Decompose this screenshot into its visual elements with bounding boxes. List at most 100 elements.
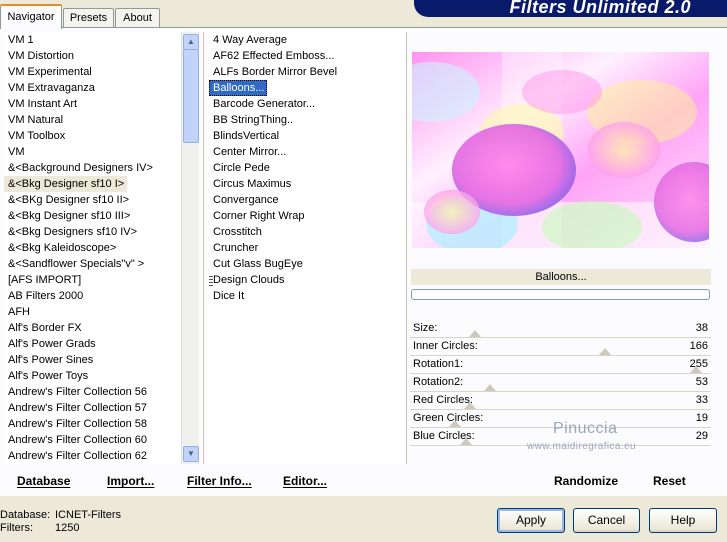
- randomize-button[interactable]: Randomize: [554, 474, 618, 488]
- app-title: Filters Unlimited 2.0: [509, 0, 691, 17]
- slider-thumb-icon[interactable]: [463, 402, 476, 409]
- category-item[interactable]: VM Natural: [4, 112, 181, 128]
- category-item[interactable]: Andrew's Filter Collection 58: [4, 416, 181, 432]
- filter-item[interactable]: BB StringThing..: [209, 112, 404, 128]
- parameter-name: Rotation2:: [413, 376, 464, 388]
- reset-button[interactable]: Reset: [653, 474, 686, 488]
- category-item[interactable]: &<Bkg Designer sf10 III>: [4, 208, 181, 224]
- category-item[interactable]: VM Distortion: [4, 48, 181, 64]
- preview-image: [412, 52, 709, 248]
- category-item[interactable]: Andrew's Filter Collection 62: [4, 448, 181, 464]
- filter-list[interactable]: 4 Way Average AF62 Effected Emboss... ALFs…: [209, 32, 404, 464]
- list-divider: [203, 32, 204, 464]
- filter-item[interactable]: Circle Pede: [209, 160, 404, 176]
- category-item[interactable]: &<Bkg Kaleidoscope>: [4, 240, 181, 256]
- help-button[interactable]: Help: [649, 508, 717, 533]
- category-item[interactable]: &<Bkg Designer sf10 I>: [4, 176, 128, 192]
- category-item[interactable]: VM 1: [4, 32, 181, 48]
- filter-item[interactable]: Corner Right Wrap: [209, 208, 404, 224]
- category-item[interactable]: VM Instant Art: [4, 96, 181, 112]
- slider-thumb-icon[interactable]: [690, 366, 702, 373]
- parameter-value: 166: [689, 340, 708, 352]
- category-item[interactable]: &<Bkg Designers sf10 IV>: [4, 224, 181, 240]
- filters-count: 1250: [55, 522, 80, 534]
- parameter-slider[interactable]: Rotation2: 53: [410, 374, 711, 392]
- filters-label: Filters:: [0, 522, 33, 534]
- watermark-name: Pinuccia: [553, 420, 618, 437]
- category-item[interactable]: &<BKg Designer sf10 II>: [4, 192, 181, 208]
- filter-info-button[interactable]: Filter Info...: [187, 474, 252, 488]
- category-item[interactable]: AFH: [4, 304, 181, 320]
- filter-item[interactable]: Circus Maximus: [209, 176, 404, 192]
- category-item[interactable]: Andrew's Filter Collection 60: [4, 432, 181, 448]
- tab-about[interactable]: About: [115, 8, 160, 27]
- category-list[interactable]: VM 1 VM Distortion VM Experimental VM Extra…: [4, 32, 181, 464]
- tab-presets[interactable]: Presets: [63, 8, 114, 27]
- parameter-slider[interactable]: Rotation1: 255: [410, 356, 711, 374]
- parameter-slider[interactable]: Size: 38: [410, 320, 711, 338]
- render-progress: [411, 289, 710, 300]
- preview-filter-name: Balloons...: [411, 269, 711, 285]
- category-item[interactable]: Alf's Power Sines: [4, 352, 181, 368]
- filter-item[interactable]: ALFs Border Mirror Bevel: [209, 64, 404, 80]
- filter-item[interactable]: Barcode Generator...: [209, 96, 404, 112]
- category-item[interactable]: VM: [4, 144, 181, 160]
- editor-button[interactable]: Editor...: [283, 474, 327, 488]
- filter-preview: [412, 52, 709, 248]
- filter-item[interactable]: Convergance: [209, 192, 404, 208]
- category-item[interactable]: AB Filters 2000: [4, 288, 181, 304]
- filter-item[interactable]: AF62 Effected Emboss...: [209, 48, 404, 64]
- drag-grip-icon[interactable]: [209, 276, 213, 287]
- slider-thumb-icon[interactable]: [468, 330, 481, 337]
- category-item[interactable]: [AFS IMPORT]: [4, 272, 181, 288]
- watermark-site: www.maidiregrafica.eu: [527, 441, 636, 452]
- category-item[interactable]: Alf's Power Grads: [4, 336, 181, 352]
- filter-item[interactable]: Dice It: [209, 288, 404, 304]
- slider-thumb-icon[interactable]: [484, 384, 497, 391]
- parameter-slider[interactable]: Inner Circles: 166: [410, 338, 711, 356]
- filter-item[interactable]: Crosstitch: [209, 224, 404, 240]
- apply-button[interactable]: Apply: [497, 508, 565, 533]
- parameter-slider[interactable]: Red Circles: 33: [410, 392, 711, 410]
- title-banner: Filters Unlimited 2.0: [414, 0, 727, 17]
- parameter-value: 19: [695, 412, 708, 424]
- parameter-name: Inner Circles:: [413, 340, 478, 352]
- database-button[interactable]: Database: [17, 474, 70, 488]
- category-item[interactable]: Alf's Power Toys: [4, 368, 181, 384]
- scroll-up-icon[interactable]: ▲: [183, 34, 199, 50]
- filter-item[interactable]: Balloons...: [209, 80, 268, 96]
- cancel-button[interactable]: Cancel: [573, 508, 640, 533]
- parameter-value: 29: [695, 430, 708, 442]
- category-item[interactable]: Andrew's Filter Collection 57: [4, 400, 181, 416]
- import-button[interactable]: Import...: [107, 474, 154, 488]
- slider-thumb-icon[interactable]: [459, 438, 472, 445]
- category-item[interactable]: VM Experimental: [4, 64, 181, 80]
- parameter-name: Size:: [413, 322, 438, 334]
- parameter-value: 53: [695, 376, 708, 388]
- slider-thumb-icon[interactable]: [599, 348, 612, 355]
- parameter-value: 38: [695, 322, 708, 334]
- category-item[interactable]: &<Sandflower Specials"v" >: [4, 256, 181, 272]
- filter-item[interactable]: Cut Glass BugEye: [209, 256, 404, 272]
- tab-navigator[interactable]: Navigator: [0, 4, 62, 29]
- category-item[interactable]: &<Background Designers IV>: [4, 160, 181, 176]
- panel-divider: [406, 32, 407, 464]
- scroll-thumb[interactable]: [183, 49, 199, 143]
- filter-item[interactable]: Design Clouds: [209, 272, 404, 288]
- scroll-down-icon[interactable]: ▼: [183, 446, 199, 462]
- category-item[interactable]: Andrew's Filter Collection 56: [4, 384, 181, 400]
- filter-item[interactable]: BlindsVertical: [209, 128, 404, 144]
- slider-thumb-icon[interactable]: [449, 420, 462, 427]
- database-value: ICNET-Filters: [55, 509, 121, 521]
- filter-item[interactable]: Cruncher: [209, 240, 404, 256]
- filter-item[interactable]: 4 Way Average: [209, 32, 404, 48]
- parameter-name: Green Circles:: [413, 412, 484, 424]
- category-item[interactable]: Alf's Border FX: [4, 320, 181, 336]
- filter-item[interactable]: Center Mirror...: [209, 144, 404, 160]
- parameter-name: Rotation1:: [413, 358, 464, 370]
- category-item[interactable]: VM Toolbox: [4, 128, 181, 144]
- database-label: Database:: [0, 509, 51, 521]
- category-scrollbar[interactable]: ▲ ▼: [181, 32, 199, 464]
- category-item[interactable]: VM Extravaganza: [4, 80, 181, 96]
- parameter-value: 33: [695, 394, 708, 406]
